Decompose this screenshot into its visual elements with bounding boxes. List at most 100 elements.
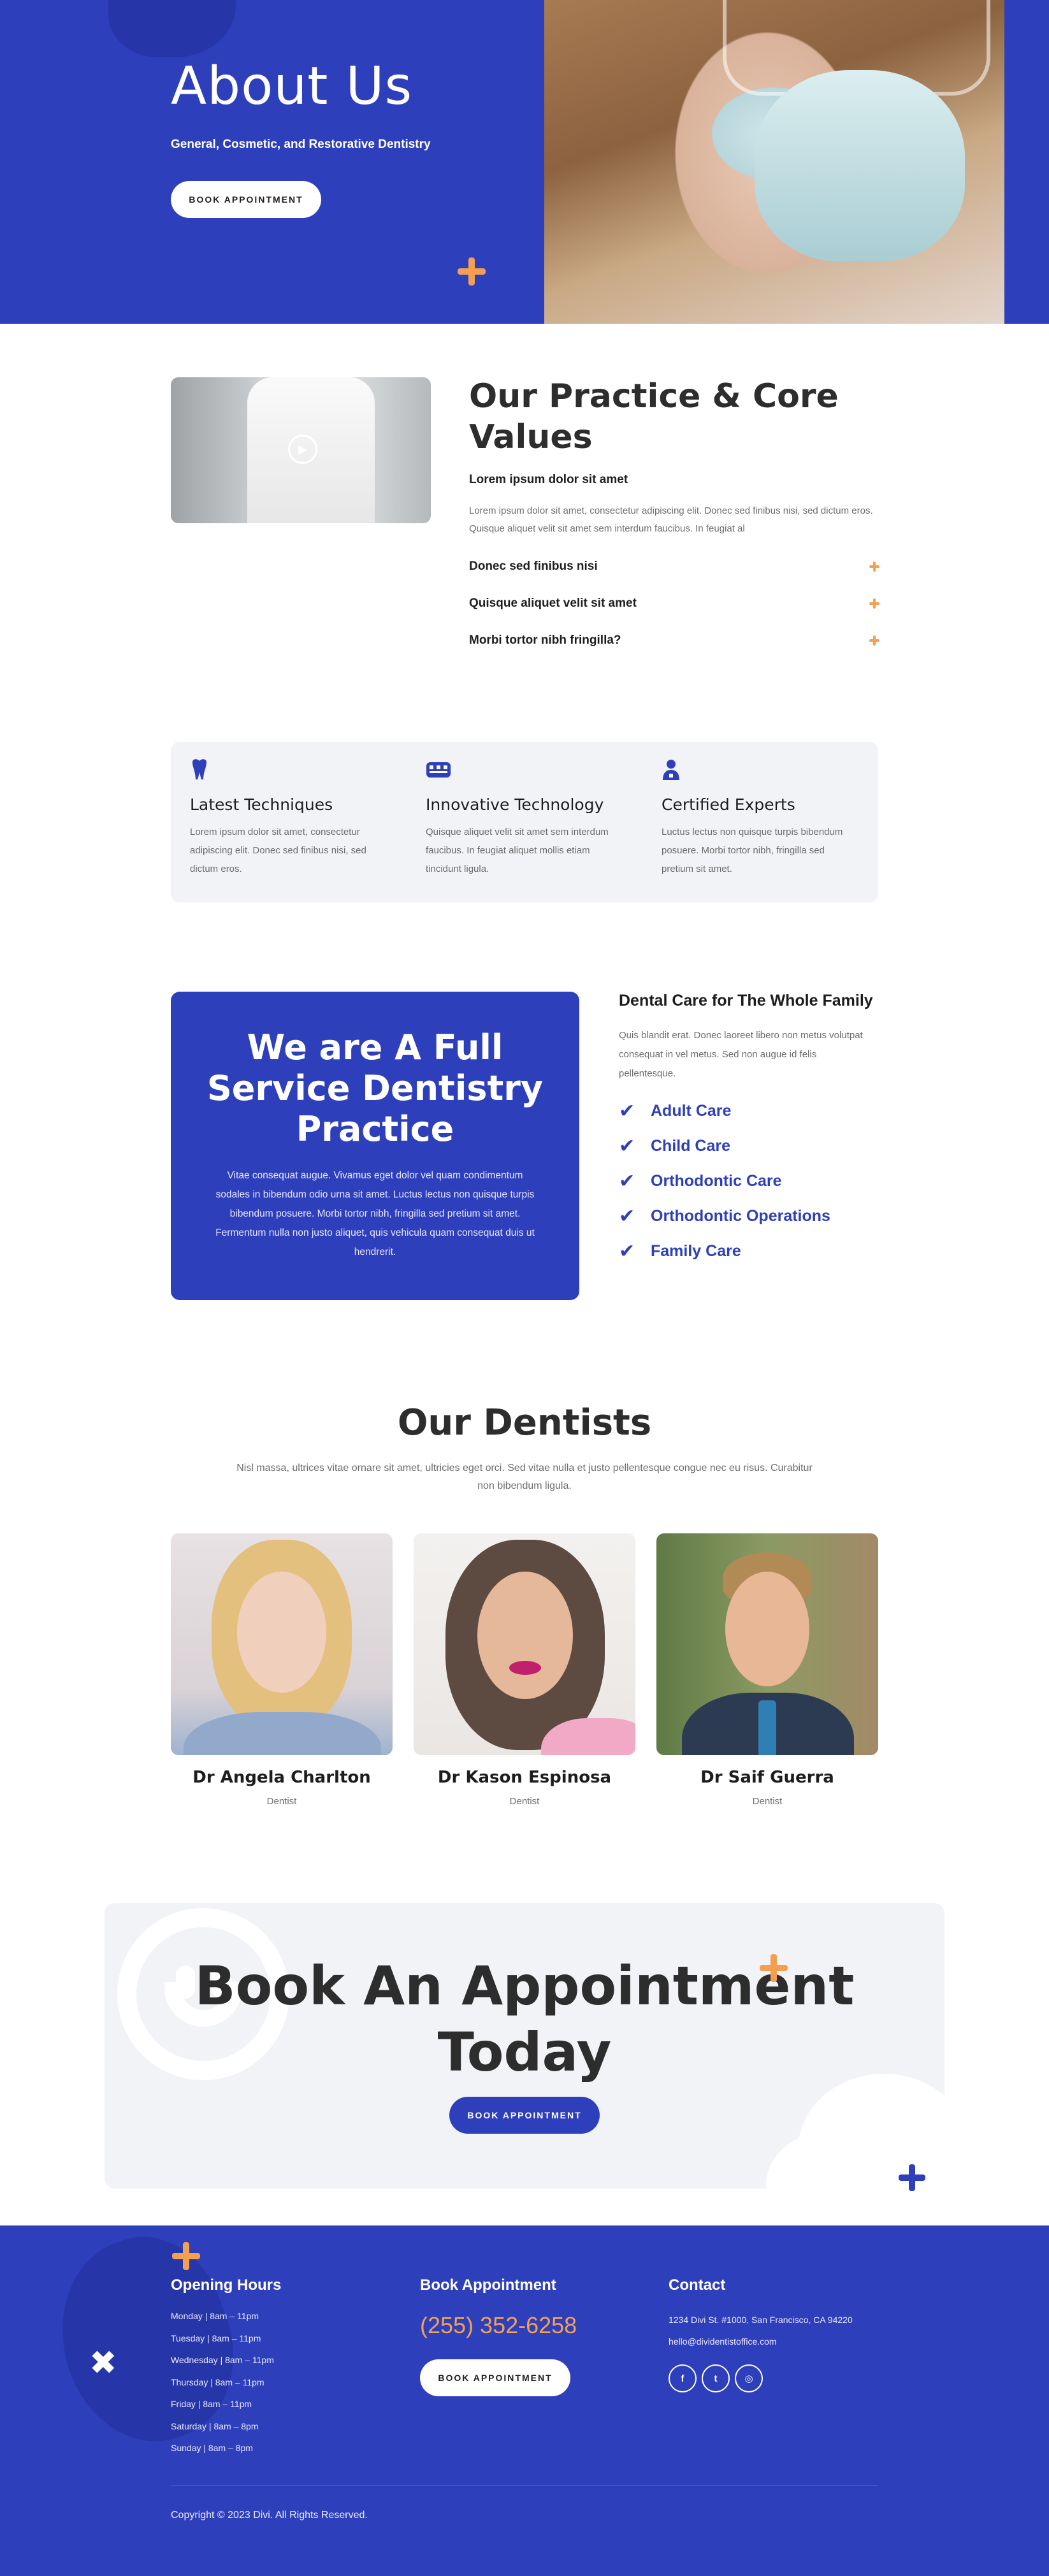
plus-icon — [869, 635, 879, 646]
photo-smile — [509, 1661, 541, 1675]
care-list-item: ✔ Orthodontic Care — [619, 1170, 782, 1192]
footer-book-title: Book Appointment — [420, 2276, 556, 2294]
accordion-open-title[interactable]: Lorem ipsum dolor sit amet — [469, 473, 628, 487]
photo-sweater — [184, 1712, 381, 1755]
hero-section: About Us General, Cosmetic, and Restorat… — [0, 0, 1049, 324]
dentists-subtitle: Nisl massa, ultrices vitae ornare sit am… — [236, 1463, 813, 1491]
phone-link[interactable]: (255) 352-6258 — [420, 2312, 577, 2339]
accordion-item[interactable]: Donec sed finibus nisi — [469, 560, 879, 574]
feature-text: Lorem ipsum dolor sit amet, consectetur … — [190, 827, 366, 874]
opening-hours-title: Opening Hours — [171, 2276, 282, 2294]
hours-item: Wednesday | 8am – 11pm — [171, 2355, 274, 2365]
dentist-photo — [171, 1533, 393, 1755]
photo-face — [237, 1572, 326, 1693]
feature-text: Luctus lectus non quisque turpis bibendu… — [662, 827, 843, 874]
plus-icon — [458, 257, 486, 286]
social-links: f t ◎ — [669, 2364, 763, 2392]
hero-subtitle: General, Cosmetic, and Restorative Denti… — [171, 138, 431, 151]
hero-dentist-photo — [544, 0, 1004, 324]
hours-item: Saturday | 8am – 8pm — [171, 2420, 259, 2431]
dentist-role: Dentist — [752, 1796, 783, 1807]
dentist-name: Dr Saif Guerra — [700, 1768, 834, 1787]
practice-video-thumbnail[interactable]: ▶ — [171, 377, 431, 523]
accordion-item-label: Donec sed finibus nisi — [469, 560, 598, 573]
instagram-icon[interactable]: ◎ — [735, 2364, 763, 2392]
checkmark-icon: ✔ — [619, 1136, 635, 1157]
hours-item: Monday | 8am – 11pm — [171, 2311, 259, 2321]
plus-icon — [172, 2242, 200, 2270]
page-title: About Us — [171, 56, 413, 117]
feature-title: Latest Techniques — [190, 795, 333, 814]
care-list-item: ✔ Family Care — [619, 1240, 741, 1263]
features-panel: Latest Techniques Lorem ipsum dolor sit … — [171, 742, 878, 902]
photo-tie — [758, 1700, 776, 1755]
book-title: Book An Appointment Today — [194, 1955, 855, 2083]
technology-icon — [426, 758, 451, 780]
photo-face-mask — [755, 70, 965, 261]
accordion-item[interactable]: Quisque aliquet velit sit amet — [469, 597, 879, 611]
dentist-photo — [414, 1533, 635, 1755]
footer: ✖ Opening Hours Monday | 8am – 11pm Tues… — [0, 2225, 1049, 2576]
feature-card: Latest Techniques Lorem ipsum dolor sit … — [190, 758, 394, 878]
hours-item: Friday | 8am – 11pm — [171, 2399, 252, 2409]
contact-email-link[interactable]: hello@dividentistoffice.com — [669, 2336, 777, 2347]
hours-item: Sunday | 8am – 8pm — [171, 2443, 253, 2453]
care-list-label: Family Care — [651, 1242, 741, 1260]
footer-book-appointment-button[interactable]: BOOK APPOINTMENT — [420, 2359, 570, 2396]
plus-icon — [760, 1954, 788, 1982]
checkmark-icon: ✔ — [619, 1241, 635, 1262]
family-care-title: Dental Care for The Whole Family — [619, 992, 873, 1009]
dentist-name: Dr Angela Charlton — [192, 1768, 371, 1787]
dentist-role: Dentist — [509, 1796, 540, 1807]
feature-text: Quisque aliquet velit sit amet sem inter… — [426, 827, 609, 874]
feature-title: Certified Experts — [662, 795, 795, 814]
full-service-text: Vitae consequat augue. Vivamus eget dolo… — [215, 1170, 535, 1257]
page: About Us General, Cosmetic, and Restorat… — [0, 0, 1049, 2576]
hero-book-appointment-button[interactable]: BOOK APPOINTMENT — [171, 181, 321, 218]
contact-address: 1234 Divi St. #1000, San Francisco, CA 9… — [669, 2315, 853, 2325]
full-service-title: We are A Full Service Dentistry Practice — [206, 1027, 544, 1149]
dentist-card[interactable]: Dr Kason Espinosa Dentist — [414, 1533, 635, 1807]
care-list-label: Child Care — [651, 1137, 731, 1155]
checkmark-icon: ✔ — [619, 1206, 635, 1227]
facebook-icon[interactable]: f — [669, 2364, 697, 2392]
feature-card: Innovative Technology Quisque aliquet ve… — [426, 758, 630, 878]
dentists-title: Our Dentists — [397, 1402, 652, 1444]
full-service-card: We are A Full Service Dentistry Practice… — [171, 992, 579, 1300]
checkmark-icon: ✔ — [619, 1101, 635, 1122]
twitter-icon[interactable]: t — [702, 2364, 730, 2392]
play-icon[interactable]: ▶ — [288, 435, 317, 464]
expert-icon — [662, 758, 683, 780]
hours-item: Thursday | 8am – 11pm — [171, 2377, 264, 2387]
dentist-card[interactable]: Dr Angela Charlton Dentist — [171, 1533, 393, 1807]
plus-icon — [869, 598, 879, 609]
photo-face — [725, 1572, 809, 1686]
dentist-card[interactable]: Dr Saif Guerra Dentist — [656, 1533, 878, 1807]
photo-face — [477, 1572, 573, 1699]
checkmark-icon: ✔ — [619, 1171, 635, 1192]
close-icon: ✖ — [89, 2345, 117, 2382]
feature-title: Innovative Technology — [426, 795, 604, 814]
copyright-text: Copyright © 2023 Divi. All Rights Reserv… — [171, 2510, 368, 2521]
hours-item: Tuesday | 8am – 11pm — [171, 2333, 261, 2343]
accordion-item-label: Morbi tortor nibh fringilla? — [469, 633, 621, 647]
care-list-label: Orthodontic Operations — [651, 1207, 830, 1225]
tooth-icon — [190, 758, 212, 780]
plus-icon — [869, 561, 879, 572]
hero-decor-blob — [108, 0, 236, 57]
plus-icon — [899, 2164, 925, 2191]
accordion-open-body: Lorem ipsum dolor sit amet, consectetur … — [469, 505, 873, 534]
practice-title: Our Practice & Core Values — [469, 377, 839, 456]
contact-title: Contact — [669, 2276, 726, 2294]
opening-hours-list: Monday | 8am – 11pm Tuesday | 8am – 11pm… — [171, 2311, 274, 2465]
care-list-label: Adult Care — [651, 1102, 732, 1120]
dentist-role: Dentist — [266, 1796, 297, 1807]
accordion-item-label: Quisque aliquet velit sit amet — [469, 597, 637, 610]
book-appointment-button[interactable]: BOOK APPOINTMENT — [449, 2097, 600, 2134]
care-list-item: ✔ Adult Care — [619, 1100, 731, 1122]
dentist-photo — [656, 1533, 878, 1755]
care-list-item: ✔ Orthodontic Operations — [619, 1205, 830, 1227]
accordion-item[interactable]: Morbi tortor nibh fringilla? — [469, 633, 879, 648]
feature-card: Certified Experts Luctus lectus non quis… — [662, 758, 865, 878]
care-list-item: ✔ Child Care — [619, 1135, 730, 1157]
